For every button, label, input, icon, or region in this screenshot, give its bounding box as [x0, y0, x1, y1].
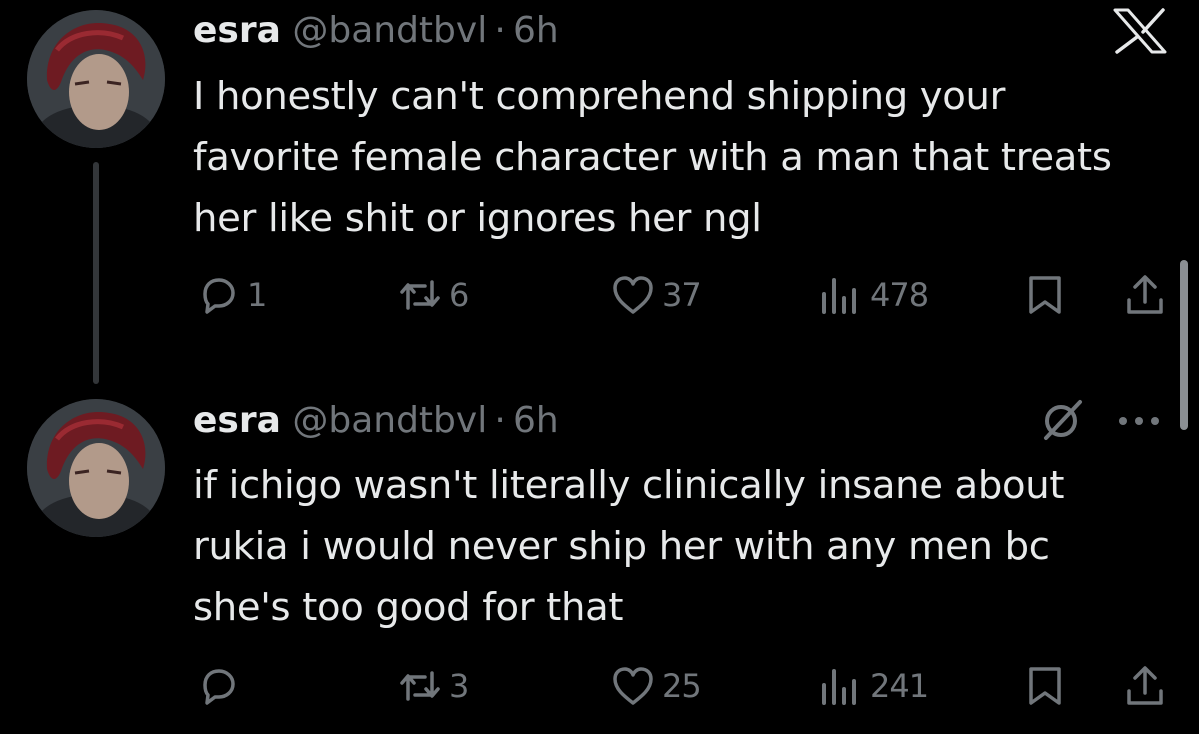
- avatar[interactable]: [27, 399, 165, 537]
- like-count: 37: [662, 276, 702, 314]
- author-handle[interactable]: @bandtbvl: [292, 400, 487, 441]
- x-logo-icon: [1113, 8, 1167, 54]
- timestamp[interactable]: 6h: [513, 400, 559, 441]
- more-icon[interactable]: [1116, 414, 1166, 428]
- reply-icon: [203, 278, 235, 314]
- tweet-header: esra @bandtbvl · 6h: [193, 398, 559, 444]
- reply-button[interactable]: 1: [195, 270, 267, 320]
- like-count: 25: [662, 667, 702, 705]
- reply-count: 1: [247, 276, 267, 314]
- author-handle[interactable]: @bandtbvl: [292, 10, 487, 51]
- heart-icon: [613, 667, 653, 705]
- tweet-text: I honestly can't comprehend shipping you…: [193, 74, 1112, 241]
- views-count: 241: [870, 667, 929, 705]
- reply-button[interactable]: [195, 661, 247, 711]
- views-button[interactable]: 241: [818, 661, 929, 711]
- grok-icon[interactable]: [1040, 398, 1084, 442]
- repost-count: 6: [449, 276, 469, 314]
- repost-count: 3: [449, 667, 469, 705]
- avatar[interactable]: [27, 10, 165, 148]
- repost-button[interactable]: 6: [397, 270, 469, 320]
- reply-icon: [203, 669, 235, 705]
- separator-dot: ·: [487, 400, 514, 441]
- tweet-header: esra @bandtbvl · 6h: [193, 8, 559, 54]
- author-name[interactable]: esra: [193, 10, 281, 51]
- share-button[interactable]: [1122, 270, 1168, 320]
- bookmark-button[interactable]: [1024, 661, 1066, 711]
- views-count: 478: [870, 276, 929, 314]
- author-name[interactable]: esra: [193, 400, 281, 441]
- like-button[interactable]: 37: [610, 270, 702, 320]
- repost-button[interactable]: 3: [397, 661, 469, 711]
- tweet-text: if ichigo wasn't literally clinically in…: [193, 463, 1065, 630]
- views-icon: [822, 278, 856, 314]
- separator-dot: ·: [487, 10, 514, 51]
- share-icon: [1127, 275, 1163, 314]
- views-icon: [822, 669, 856, 705]
- bookmark-icon: [1029, 276, 1061, 314]
- share-icon: [1127, 666, 1163, 705]
- views-button[interactable]: 478: [818, 270, 929, 320]
- share-button[interactable]: [1122, 661, 1168, 711]
- heart-icon: [613, 276, 653, 314]
- like-button[interactable]: 25: [610, 661, 702, 711]
- timestamp[interactable]: 6h: [513, 10, 559, 51]
- action-bar: 3 25 241: [0, 661, 1199, 711]
- bookmark-button[interactable]: [1024, 270, 1066, 320]
- action-bar: 1 6 37 478: [0, 270, 1199, 320]
- repost-icon: [400, 280, 440, 310]
- bookmark-icon: [1029, 667, 1061, 705]
- repost-icon: [400, 671, 440, 701]
